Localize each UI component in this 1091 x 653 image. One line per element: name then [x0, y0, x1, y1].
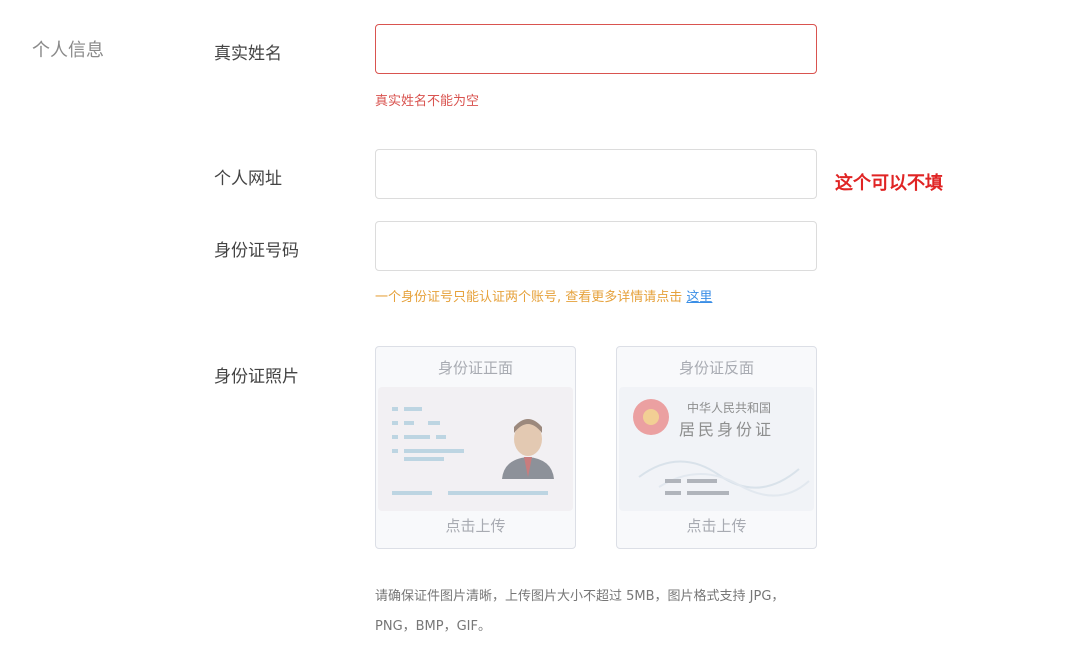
id-front-title: 身份证正面 [437, 359, 513, 377]
id-back-upload[interactable]: 身份证反面 中华人民共和国 居民身份证 点击上传 [616, 346, 817, 549]
id-number-hint: 一个身份证号只能认证两个账号, 查看更多详情请点击 这里 [375, 286, 712, 305]
id-card-back-icon: 中华人民共和国 居民身份证 [619, 387, 814, 511]
upload-note: 请确保证件图片清晰，上传图片大小不超过 5MB，图片格式支持 JPG，PNG，B… [375, 589, 785, 634]
optional-annotation: 这个可以不填 [835, 173, 943, 194]
id-photo-label: 身份证照片 [214, 367, 299, 387]
website-input[interactable] [375, 149, 817, 199]
real-name-input[interactable] [375, 24, 817, 74]
id-back-action: 点击上传 [686, 517, 747, 535]
id-back-title: 身份证反面 [678, 359, 754, 377]
id-card-front-icon [378, 387, 573, 511]
id-front-upload[interactable]: 身份证正面 点击上传 [375, 346, 576, 549]
section-title: 个人信息 [32, 40, 104, 61]
id-back-line1: 中华人民共和国 [687, 400, 771, 415]
id-back-line2: 居民身份证 [679, 420, 774, 439]
real-name-error: 真实姓名不能为空 [375, 94, 480, 109]
website-label: 个人网址 [214, 169, 282, 189]
id-number-hint-text: 一个身份证号只能认证两个账号, 查看更多详情请点击 [375, 290, 683, 305]
id-number-label: 身份证号码 [214, 241, 299, 261]
details-link[interactable]: 这里 [686, 290, 712, 305]
real-name-label: 真实姓名 [214, 44, 282, 64]
id-number-input[interactable] [375, 221, 817, 271]
id-front-action: 点击上传 [445, 517, 506, 535]
